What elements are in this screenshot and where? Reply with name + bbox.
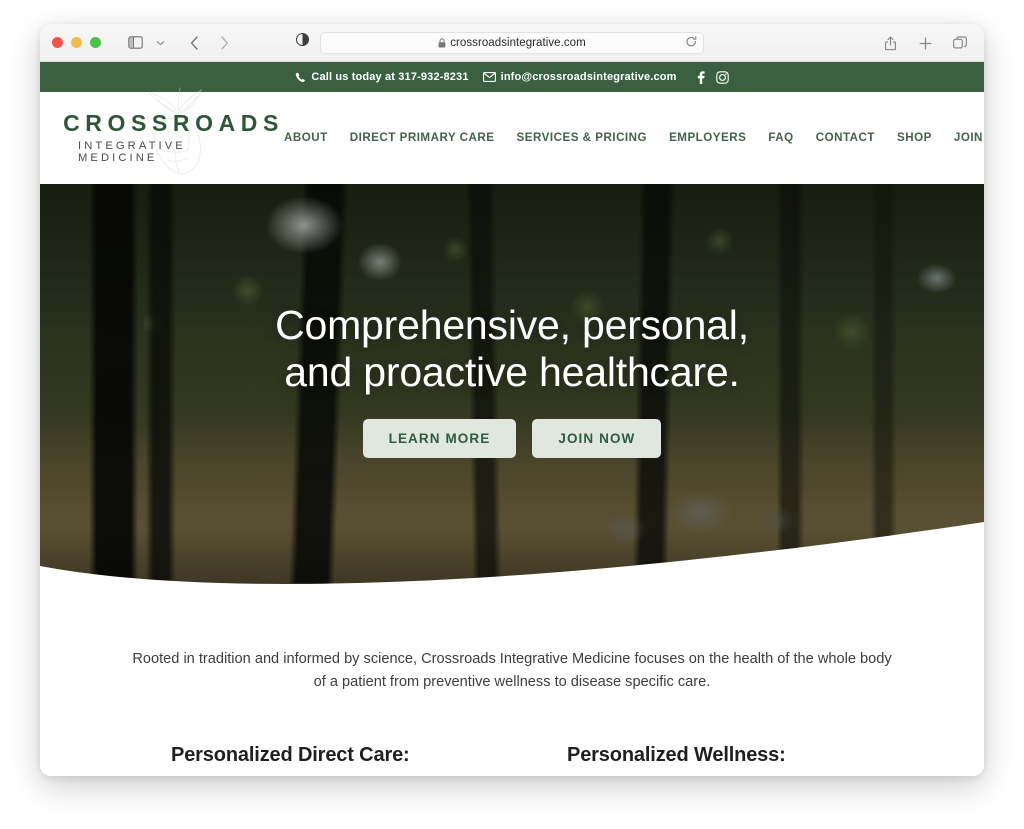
plus-icon[interactable] bbox=[913, 32, 937, 54]
topbar-phone[interactable]: Call us today at 317-932-8231 bbox=[295, 71, 468, 83]
main-navigation: ABOUT DIRECT PRIMARY CARE SERVICES & PRI… bbox=[273, 125, 984, 151]
hero-headline-line-2: and proactive healthcare. bbox=[284, 348, 740, 395]
logo-primary-text: CROSSROADS bbox=[63, 110, 284, 136]
nav-item-shop[interactable]: SHOP bbox=[886, 125, 943, 150]
hero-curve-divider bbox=[40, 522, 984, 594]
nav-item-direct-primary-care[interactable]: DIRECT PRIMARY CARE bbox=[339, 125, 506, 150]
topbar-email[interactable]: info@crossroadsintegrative.com bbox=[482, 71, 677, 83]
topbar-phone-label: Call us today at 317-932-8231 bbox=[311, 71, 469, 83]
forward-arrow-icon[interactable] bbox=[212, 32, 236, 54]
facebook-icon[interactable] bbox=[697, 70, 705, 84]
nav-item-employers[interactable]: EMPLOYERS bbox=[658, 125, 757, 150]
sidebar-toggle-icon[interactable] bbox=[123, 32, 147, 54]
window-controls bbox=[52, 37, 101, 48]
nav-item-faq[interactable]: FAQ bbox=[757, 125, 804, 150]
maximize-window-button[interactable] bbox=[90, 37, 101, 48]
topbar-social-links bbox=[697, 70, 729, 84]
minimize-window-button[interactable] bbox=[71, 37, 82, 48]
nav-item-services-pricing[interactable]: SERVICES & PRICING bbox=[506, 125, 659, 150]
site-topbar: Call us today at 317-932-8231 info@cross… bbox=[40, 62, 984, 92]
column-heading-wellness: Personalized Wellness: bbox=[567, 744, 786, 767]
chevron-down-icon[interactable] bbox=[148, 32, 172, 54]
share-icon[interactable] bbox=[878, 32, 902, 54]
reader-mode-icon[interactable] bbox=[295, 32, 310, 51]
close-window-button[interactable] bbox=[52, 37, 63, 48]
site-logo[interactable]: CROSSROADS INTEGRATIVE MEDICINE bbox=[63, 87, 278, 184]
nav-item-contact[interactable]: CONTACT bbox=[805, 125, 886, 150]
learn-more-button[interactable]: LEARN MORE bbox=[362, 419, 517, 459]
browser-window: crossroadsintegrative.com Call us today … bbox=[40, 24, 984, 776]
topbar-email-label: info@crossroadsintegrative.com bbox=[500, 71, 677, 83]
toolbar-right-controls bbox=[878, 32, 972, 54]
hero-section: Comprehensive, personal, and proactive h… bbox=[40, 184, 984, 594]
feature-columns: Personalized Direct Care: Personalized W… bbox=[117, 744, 907, 767]
hero-headline: Comprehensive, personal, and proactive h… bbox=[40, 302, 984, 395]
tab-overview-icon[interactable] bbox=[948, 32, 972, 54]
intro-paragraph: Rooted in tradition and informed by scie… bbox=[132, 651, 892, 691]
column-wellness: Personalized Wellness: bbox=[511, 744, 907, 767]
join-now-button[interactable]: JOIN NOW bbox=[532, 419, 662, 459]
reload-icon[interactable] bbox=[686, 36, 697, 48]
browser-toolbar: crossroadsintegrative.com bbox=[40, 24, 984, 62]
phone-icon bbox=[295, 72, 306, 83]
sidebar-controls bbox=[123, 32, 172, 54]
lock-icon bbox=[438, 38, 446, 48]
column-heading-direct-care: Personalized Direct Care: bbox=[171, 744, 410, 767]
envelope-icon bbox=[482, 72, 496, 82]
address-bar[interactable]: crossroadsintegrative.com bbox=[320, 32, 704, 54]
instagram-icon[interactable] bbox=[715, 70, 729, 84]
hero-headline-line-1: Comprehensive, personal, bbox=[275, 302, 749, 348]
address-bar-content: crossroadsintegrative.com bbox=[438, 37, 586, 49]
navigation-controls bbox=[182, 32, 236, 54]
hero-cta-group: LEARN MORE JOIN NOW bbox=[40, 419, 984, 459]
logo-secondary-text: INTEGRATIVE MEDICINE bbox=[78, 140, 186, 164]
column-direct-care: Personalized Direct Care: bbox=[117, 744, 511, 767]
hero-content: Comprehensive, personal, and proactive h… bbox=[40, 302, 984, 459]
address-bar-container: crossroadsintegrative.com bbox=[320, 32, 704, 54]
nav-item-join-now[interactable]: JOIN NOW bbox=[943, 125, 984, 150]
screenshot-root: crossroadsintegrative.com Call us today … bbox=[0, 0, 1024, 829]
intro-section: Rooted in tradition and informed by scie… bbox=[40, 594, 984, 768]
site-header: CROSSROADS INTEGRATIVE MEDICINE ABOUT DI… bbox=[40, 87, 984, 184]
url-text: crossroadsintegrative.com bbox=[450, 37, 586, 49]
page-viewport: Call us today at 317-932-8231 info@cross… bbox=[40, 62, 984, 776]
back-arrow-icon[interactable] bbox=[182, 32, 206, 54]
